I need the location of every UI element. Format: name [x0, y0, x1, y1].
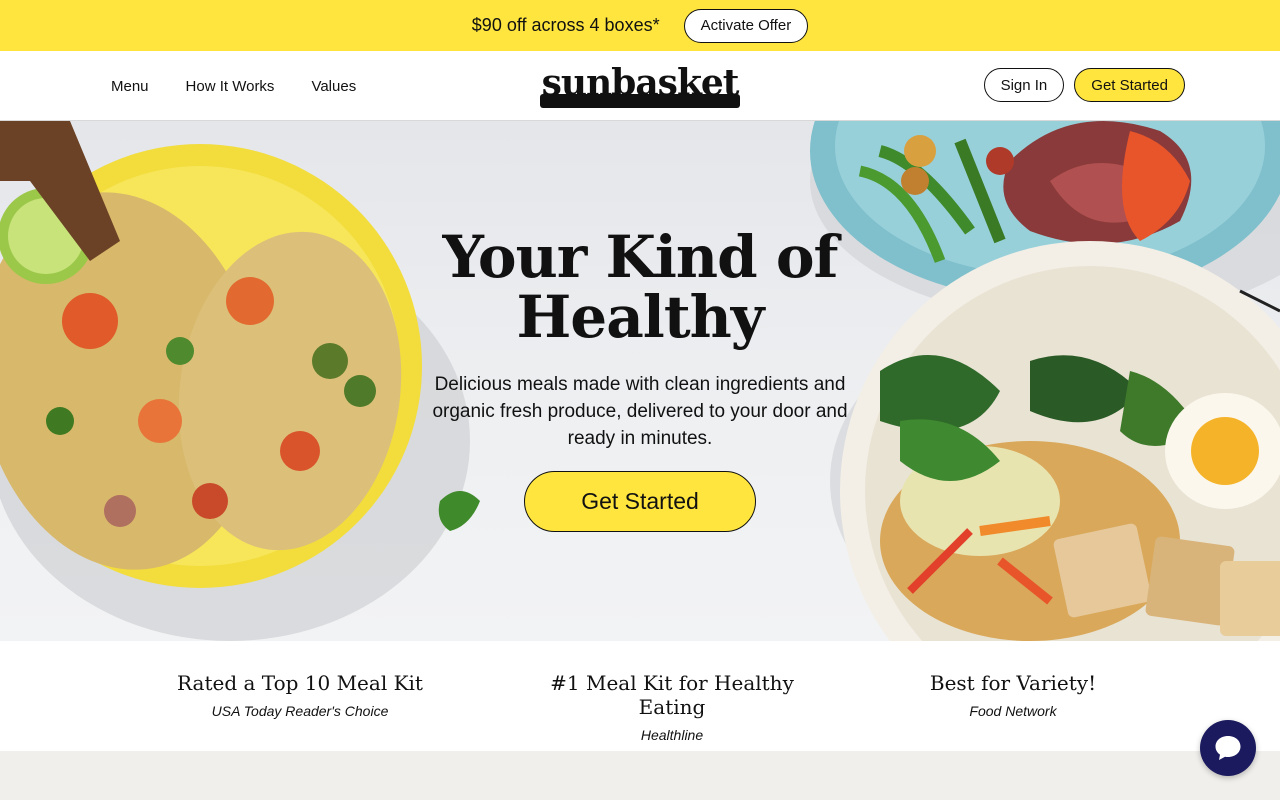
accolade-title: Rated a Top 10 Meal Kit — [177, 671, 423, 695]
accolade-title: #1 Meal Kit for Healthy Eating — [550, 671, 794, 719]
accolade-title: Best for Variety! — [929, 671, 1097, 695]
nav-menu[interactable]: Menu — [111, 78, 149, 95]
hero-title-line-1: Your Kind of — [442, 223, 839, 291]
accolade-usa-today: Rated a Top 10 Meal Kit USA Today Reader… — [150, 671, 450, 719]
accolade-source: Food Network — [969, 703, 1057, 719]
accolade-source: USA Today Reader's Choice — [211, 703, 389, 719]
accolade-food-network: Best for Variety! Food Network — [883, 671, 1143, 719]
chat-button[interactable] — [1200, 720, 1256, 776]
taco-bowl-image — [0, 121, 480, 641]
site-header: Menu How It Works Values sunbasket Sign … — [0, 51, 1280, 121]
hero-get-started-button[interactable]: Get Started — [524, 471, 756, 532]
header-actions: Sign In Get Started — [983, 68, 1185, 102]
nav-how-it-works[interactable]: How It Works — [186, 78, 275, 95]
accolade-healthline: #1 Meal Kit for Healthy Eating Healthlin… — [522, 671, 822, 743]
header-get-started-button[interactable]: Get Started — [1074, 68, 1185, 102]
promo-text: $90 off across 4 boxes* — [471, 15, 660, 35]
accolades-strip: Rated a Top 10 Meal Kit USA Today Reader… — [0, 641, 1280, 751]
nav-values[interactable]: Values — [311, 78, 356, 95]
sign-in-button[interactable]: Sign In — [983, 68, 1065, 102]
next-section-band — [0, 751, 1280, 800]
logo-wordmark: sunbasket — [541, 62, 740, 104]
hero-section: Your Kind of Healthy Delicious meals mad… — [0, 121, 1280, 641]
hero-subtitle: Delicious meals made with clean ingredie… — [432, 374, 848, 449]
main-nav: Menu How It Works Values — [111, 51, 356, 121]
activate-offer-button[interactable]: Activate Offer — [683, 8, 809, 43]
hero-title-line-2: Healthy — [516, 283, 765, 351]
sunbasket-logo[interactable]: sunbasket — [540, 62, 740, 108]
chat-bubble-icon — [1215, 736, 1241, 760]
hero-title: Your Kind of Healthy — [420, 227, 860, 347]
accolade-source: Healthline — [640, 727, 704, 743]
noodle-bowl-image — [830, 241, 1280, 641]
promo-banner: $90 off across 4 boxes* Activate Offer — [0, 0, 1280, 51]
